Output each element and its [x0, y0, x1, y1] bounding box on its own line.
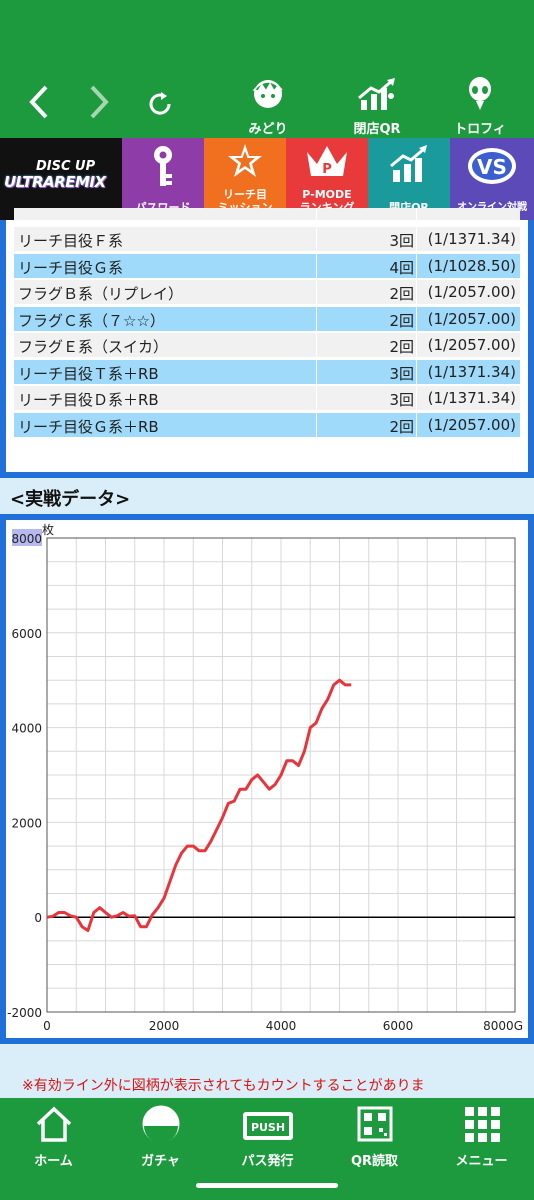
flag-name: リーチ目役Ｔ系＋RB [18, 364, 159, 383]
section-title: <実戦データ> [10, 489, 131, 510]
home-indicator [196, 1183, 338, 1188]
x-tick-label: 2000 [149, 1019, 180, 1033]
key-icon [154, 146, 172, 186]
flag-count: 2回 [389, 311, 414, 330]
table-row: リーチ目役Ｔ系＋RB 3回 (1/1371.34) [14, 359, 520, 384]
top-bar: みどり 閉店QR トロフィー [0, 0, 534, 156]
flag-name: リーチ目役Ｇ系 [18, 258, 124, 277]
gacha-nav-button[interactable]: ガチャ [107, 1104, 214, 1169]
vs-badge-icon: VS [468, 148, 516, 184]
y-tick-label: -2000 [7, 1006, 42, 1020]
x-tick-label: 8000G [483, 1019, 523, 1033]
push-button-icon: PUSH [242, 1112, 293, 1140]
midori-character-icon [252, 80, 283, 108]
flag-name: フラグＣ系（７☆☆） [18, 311, 165, 330]
gacha-label: ガチャ [141, 1154, 180, 1169]
flag-count: 3回 [389, 364, 414, 383]
table-row: リーチ目役Ｆ系 3回 (1/1371.34) [14, 227, 520, 251]
flag-count: 3回 [389, 391, 414, 409]
close-qr-label: 閉店QR [353, 122, 401, 137]
flag-probability: (1/1371.34) [427, 362, 516, 381]
flag-count: 4回 [389, 258, 414, 277]
x-tick-label: 6000 [383, 1019, 414, 1033]
pmode-label1: P-MODE [302, 188, 352, 201]
flag-probability: (1/1028.50) [427, 256, 516, 275]
pass-issue-label: パス発行 [241, 1154, 294, 1169]
midori-label: みどり [248, 122, 288, 137]
logo-line2: ULTRAREMIX [4, 173, 106, 191]
close-qr-button[interactable]: 閉店QR [342, 76, 412, 137]
grid-menu-icon [464, 1107, 500, 1142]
line-chart: 80006000400020000-20000 2000 4000 6000 8000G… [7, 522, 523, 1033]
flag-probability: (1/2057.00) [427, 336, 516, 354]
y-axis-unit: 枚 [42, 522, 54, 537]
x-tick-label: 4000 [266, 1019, 297, 1033]
count-note: ※有効ライン外に図柄が表示されてもカウントすることがありま [22, 1078, 425, 1094]
svg-text:P: P [322, 162, 332, 177]
table-row: リーチ目役Ｄ系＋RB 3回 (1/1371.34) [14, 386, 520, 410]
logo-line1: DISC UP [36, 159, 96, 174]
game-data-chart: 8000 6000 4000 2000 0 -2000 0 2000 4000 6000 8000G… [0, 514, 534, 1044]
forward-icon[interactable] [88, 84, 110, 127]
back-icon[interactable] [28, 84, 50, 127]
menu-nav-button[interactable]: メニュー [428, 1104, 534, 1169]
x-tick-label: 0 [43, 1019, 51, 1033]
chart-up-icon [390, 145, 427, 182]
qr-read-label: QR読取 [350, 1154, 399, 1169]
y-tick-label: 4000 [11, 722, 42, 736]
alien-trophy-icon [469, 77, 491, 110]
home-icon [36, 1106, 71, 1142]
table-row: フラグＢ系（リプレイ） 2回 (1/2057.00) [14, 280, 520, 304]
table-row: リーチ目役Ｇ系＋RB 2回 (1/2057.00) [14, 412, 520, 437]
flag-count: 3回 [389, 232, 414, 250]
y-tick-label: 8000 [11, 532, 42, 546]
home-label: ホーム [34, 1154, 73, 1169]
push-badge-text: PUSH [250, 1121, 284, 1134]
qr-code-icon [357, 1106, 392, 1142]
reload-icon[interactable] [146, 90, 174, 122]
y-tick-label: 2000 [11, 816, 42, 830]
menu-label: メニュー [455, 1154, 508, 1169]
flag-probability: (1/2057.00) [427, 415, 516, 434]
table-row: フラグＣ系（７☆☆） 2回 (1/2057.00) [14, 306, 520, 331]
chart-up-qr-icon [358, 78, 395, 110]
flag-probability: (1/1371.34) [427, 230, 516, 248]
flag-count: 2回 [389, 285, 414, 303]
svg-text:VS: VS [477, 155, 507, 179]
table-row: フラグＥ系（スイカ） 2回 (1/2057.00) [14, 333, 520, 357]
flag-count: 2回 [389, 338, 414, 356]
flag-name: フラグＥ系（スイカ） [18, 338, 169, 356]
flag-name: フラグＢ系（リプレイ） [18, 285, 184, 303]
reach-mission-label1: リーチ目 [223, 188, 267, 201]
pass-issue-nav-button[interactable]: PUSH パス発行 [214, 1104, 321, 1169]
midori-button[interactable]: みどり [238, 76, 298, 137]
medal-balance-line [46, 678, 352, 932]
flag-name: リーチ目役Ｄ系＋RB [18, 391, 159, 409]
star-badge-icon [228, 144, 262, 177]
table-row: リーチ目役Ｇ系 4回 (1/1028.50) [14, 253, 520, 278]
flag-name: リーチ目役Ｆ系 [18, 232, 124, 250]
y-tick-label: 0 [34, 911, 42, 925]
gacha-capsule-icon [142, 1105, 179, 1143]
flag-probability: (1/1371.34) [427, 389, 516, 407]
crown-icon: P [307, 146, 347, 177]
home-nav-button[interactable]: ホーム [0, 1104, 107, 1169]
flag-probability: (1/2057.00) [427, 283, 516, 301]
flag-count-table: リーチ目役Ｆ系 3回 (1/1371.34) リーチ目役Ｇ系 4回 (1/1028.50)… [0, 208, 534, 478]
flag-probability: (1/2057.00) [427, 309, 516, 328]
flag-count: 2回 [389, 417, 414, 436]
y-tick-label: 6000 [11, 627, 42, 641]
qr-read-nav-button[interactable]: QR読取 [321, 1104, 428, 1169]
flag-name: リーチ目役Ｇ系＋RB [18, 417, 159, 436]
